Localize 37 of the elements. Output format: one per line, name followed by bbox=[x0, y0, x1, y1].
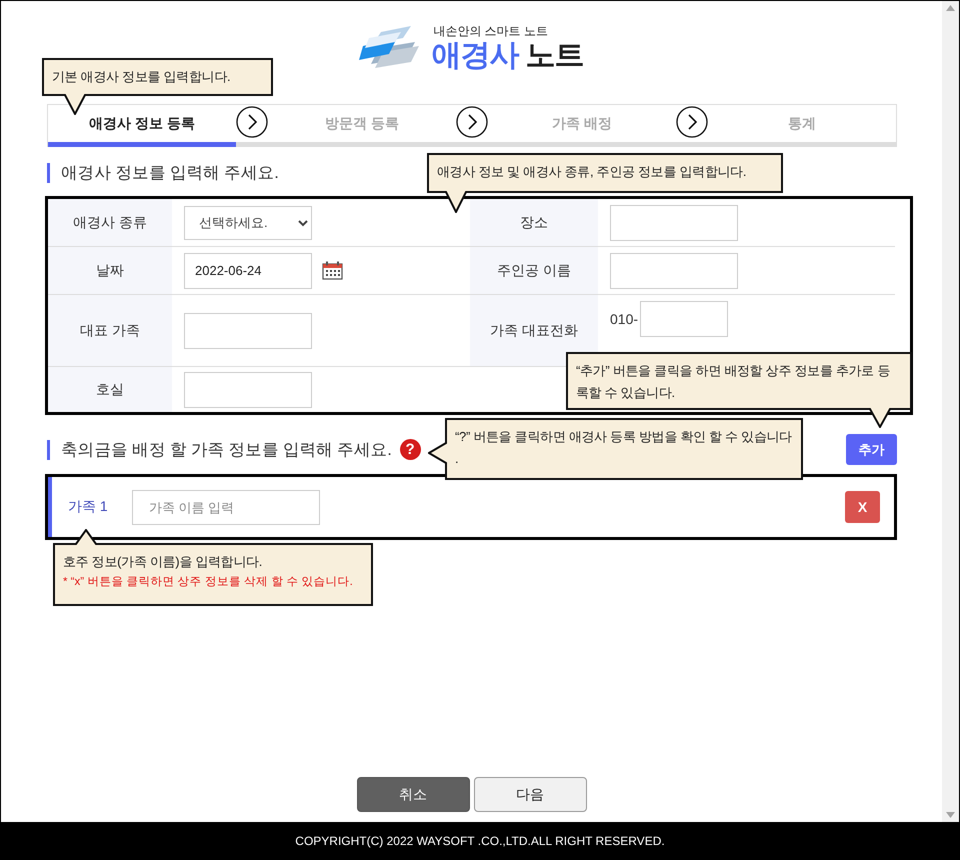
field-label: 주인공 이름 bbox=[470, 247, 598, 295]
logo-subtitle: 내손안의 스마트 노트 bbox=[433, 23, 549, 40]
tooltip-text: “?” 버튼을 클릭하면 애경사 등록 방법을 확인 할 수 있습니다 . bbox=[455, 428, 793, 468]
text-field[interactable] bbox=[184, 312, 312, 348]
chevron-circle-icon bbox=[236, 106, 268, 138]
field-label: 호실 bbox=[48, 367, 172, 412]
help-button[interactable]: ? bbox=[400, 439, 421, 460]
tooltip-text: 애경사 정보 및 애경사 종류, 주인공 정보를 입력합니다. bbox=[437, 163, 748, 181]
type-select[interactable]: 선택하세요. bbox=[184, 206, 312, 240]
delete-button[interactable]: X bbox=[845, 491, 880, 523]
section-heading: 축의금을 배정 할 가족 정보를 입력해 주세요. bbox=[47, 440, 392, 460]
field-label: 대표 가족 bbox=[48, 295, 172, 367]
field-label: 날짜 bbox=[48, 247, 172, 295]
family-label: 가족 1 bbox=[68, 498, 109, 516]
text-field[interactable] bbox=[610, 252, 738, 288]
logo-title: 애경사 노트 bbox=[431, 40, 584, 72]
tooltip-note: * “x” 버튼을 클릭하면 상주 정보를 삭제 할 수 있습니다. bbox=[63, 575, 354, 590]
text-field[interactable] bbox=[184, 372, 312, 408]
chevron-circle-icon bbox=[676, 106, 708, 138]
scroll-down-icon[interactable] bbox=[946, 812, 955, 818]
scrollbar[interactable] bbox=[942, 1, 959, 822]
scroll-up-icon[interactable] bbox=[946, 5, 955, 11]
tooltip-text: 호주 정보(가족 이름)을 입력합니다. bbox=[63, 553, 264, 571]
cancel-button[interactable]: 취소 bbox=[356, 777, 470, 812]
copyright-text: COPYRIGHT(C) 2022 WAYSOFT .CO.,LTD.ALL RIGHT RESERVED. bbox=[295, 834, 665, 848]
phone-field[interactable] bbox=[640, 301, 728, 337]
chevron-circle-icon bbox=[456, 106, 488, 138]
next-button[interactable]: 다음 bbox=[474, 777, 586, 812]
add-button[interactable]: 추가 bbox=[846, 434, 897, 465]
tooltip-text: 기본 애경사 정보를 입력합니다. bbox=[52, 68, 232, 86]
field-label: 애경사 종류 bbox=[48, 199, 172, 247]
phone-prefix: 010- bbox=[610, 311, 638, 327]
name-field[interactable]: 가족 이름 입력 bbox=[132, 490, 320, 524]
calendar-icon[interactable] bbox=[322, 261, 343, 280]
field-label: 장소 bbox=[470, 199, 598, 247]
text-field[interactable] bbox=[610, 204, 738, 240]
date-field[interactable]: 2022-06-24 bbox=[184, 252, 312, 288]
